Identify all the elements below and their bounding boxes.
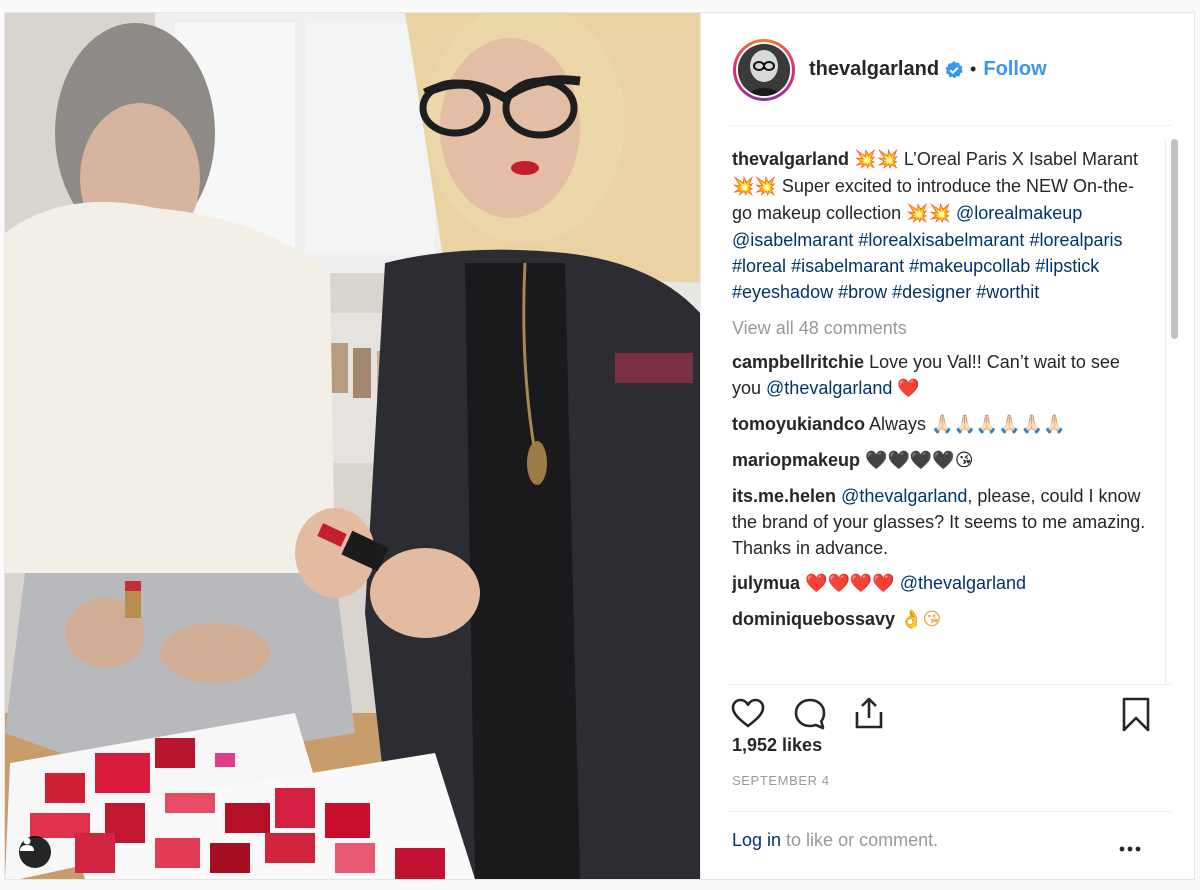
user-tag-button[interactable] xyxy=(19,836,51,868)
comment-emoji: ❤️❤️❤️❤️ xyxy=(805,573,895,594)
caption-emoji-b: 💥💥 xyxy=(732,176,777,197)
caption-emoji-c: 💥💥 xyxy=(906,203,951,224)
comments-scrollbar[interactable] xyxy=(1165,139,1180,684)
more-options-button[interactable] xyxy=(1119,839,1141,857)
comment-item: campbellritchie Love you Val!! Can’t wai… xyxy=(732,349,1147,402)
caption-hashtag[interactable]: #isabelmarant xyxy=(791,256,904,276)
comment-item: its.me.helen @thevalgarland, please, cou… xyxy=(732,483,1147,561)
caption-text-a: L’Oreal Paris X Isabel Marant xyxy=(898,149,1138,169)
caption-hashtag[interactable]: #designer xyxy=(892,282,971,302)
comment-bubble-icon xyxy=(794,698,826,730)
caption-hashtag[interactable]: #lorealxisabelmarant xyxy=(858,230,1024,250)
comment-item: julymua ❤️❤️❤️❤️ @thevalgarland xyxy=(732,570,1147,597)
comment-username[interactable]: julymua xyxy=(732,573,800,593)
share-button[interactable] xyxy=(853,696,885,735)
login-prompt: Log in to like or comment. xyxy=(732,830,938,851)
more-dots-icon xyxy=(1119,846,1141,852)
comment-item: tomoyukiandco Always 🙏🏻🙏🏻🙏🏻🙏🏻🙏🏻🙏🏻 xyxy=(732,411,1147,438)
comment-mention[interactable]: @thevalgarland xyxy=(841,486,967,506)
post-date[interactable]: SEPTEMBER 4 xyxy=(732,773,830,788)
header-username[interactable]: thevalgarland xyxy=(809,58,939,81)
caption-hashtag[interactable]: #loreal xyxy=(732,256,786,276)
comment-emoji: 🙏🏻🙏🏻🙏🏻🙏🏻🙏🏻🙏🏻 xyxy=(931,414,1066,435)
comment-username[interactable]: tomoyukiandco xyxy=(732,414,865,434)
save-button[interactable] xyxy=(1121,697,1151,738)
action-bar xyxy=(731,685,1161,735)
caption-hashtag[interactable]: #lipstick xyxy=(1035,256,1099,276)
caption-mention[interactable]: @isabelmarant xyxy=(732,230,853,250)
comment-username[interactable]: dominiquebossavy xyxy=(732,609,895,629)
photo-illustration xyxy=(5,13,700,879)
comment-mention[interactable]: @thevalgarland xyxy=(766,378,892,398)
user-tag-icon xyxy=(20,837,34,851)
footer-divider xyxy=(729,811,1171,812)
heart-icon xyxy=(731,698,765,728)
post-header: thevalgarland • Follow xyxy=(701,13,1194,126)
post-photo[interactable] xyxy=(5,13,700,879)
bookmark-icon xyxy=(1122,697,1150,732)
comments-list[interactable]: thevalgarland 💥💥 L’Oreal Paris X Isabel … xyxy=(732,146,1147,670)
verified-badge-icon xyxy=(945,60,963,79)
follow-button[interactable]: Follow xyxy=(983,58,1046,81)
share-icon xyxy=(855,697,883,729)
scrollbar-thumb[interactable] xyxy=(1171,139,1178,339)
header-separator: • xyxy=(970,59,977,79)
post-card: thevalgarland • Follow thevalgarland 💥💥 … xyxy=(4,12,1195,880)
comment-username[interactable]: mariopmakeup xyxy=(732,450,860,470)
comment-username[interactable]: its.me.helen xyxy=(732,486,836,506)
comment-button[interactable] xyxy=(793,697,827,736)
story-ring[interactable] xyxy=(733,38,795,101)
comment-mention[interactable]: @thevalgarland xyxy=(900,573,1026,593)
comment-emoji: 👌😘 xyxy=(900,609,942,630)
login-prompt-text: to like or comment. xyxy=(781,830,939,850)
comment-emoji: ❤️ xyxy=(897,378,920,399)
caption-hashtag[interactable]: #worthit xyxy=(976,282,1039,302)
comment-username[interactable]: campbellritchie xyxy=(732,352,864,372)
comment-item: mariopmakeup 🖤🖤🖤🖤😘 xyxy=(732,447,1147,474)
caption-hashtag[interactable]: #lorealparis xyxy=(1029,230,1122,250)
caption-hashtag[interactable]: #eyeshadow xyxy=(732,282,833,302)
caption-hashtag[interactable]: #brow xyxy=(838,282,887,302)
avatar[interactable] xyxy=(738,43,790,96)
caption: thevalgarland 💥💥 L’Oreal Paris X Isabel … xyxy=(732,146,1147,305)
likes-count[interactable]: 1,952 likes xyxy=(732,735,822,756)
header-divider xyxy=(729,125,1171,126)
post-side-panel: thevalgarland • Follow thevalgarland 💥💥 … xyxy=(700,13,1194,879)
caption-mention[interactable]: @lorealmakeup xyxy=(956,203,1082,223)
caption-hashtag[interactable]: #makeupcollab xyxy=(909,256,1030,276)
comment-item: dominiquebossavy 👌😘 xyxy=(732,606,1147,633)
comment-emoji: 🖤🖤🖤🖤😘 xyxy=(865,450,974,471)
caption-emoji-a: 💥💥 xyxy=(854,149,899,170)
comment-text: Always xyxy=(869,414,932,434)
login-link[interactable]: Log in xyxy=(732,830,781,850)
view-all-comments-link[interactable]: View all 48 comments xyxy=(732,315,1147,341)
caption-username[interactable]: thevalgarland xyxy=(732,149,849,169)
like-button[interactable] xyxy=(731,697,765,734)
